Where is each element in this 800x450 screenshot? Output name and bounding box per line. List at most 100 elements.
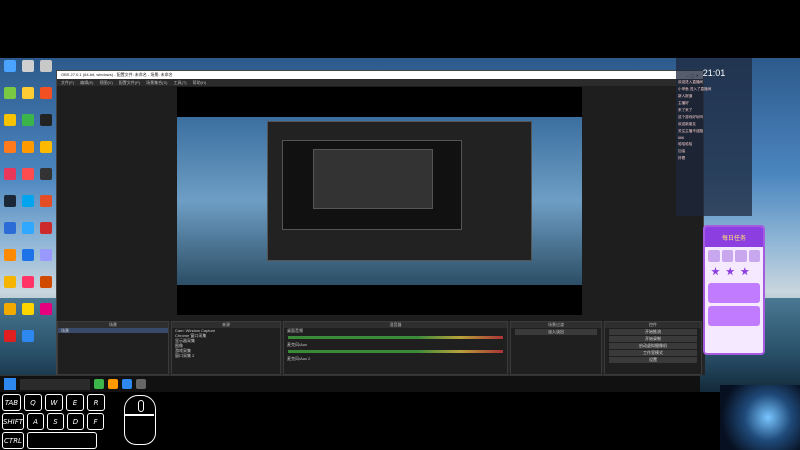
- start-recording-button[interactable]: 开始录制: [609, 336, 697, 342]
- controls-dock: 控件 开始推流 开始录制 启动虚拟摄像机 工作室模式 设置: [604, 321, 702, 375]
- source-item[interactable]: 窗口采集 2: [172, 353, 280, 358]
- desktop-icon[interactable]: [37, 168, 55, 191]
- desktop-icon[interactable]: [19, 276, 37, 299]
- chat-message: 666: [678, 136, 684, 140]
- desktop-icon[interactable]: [1, 168, 19, 191]
- obs-window[interactable]: OBS 27.0.1 (64-bit, windows) - 配置文件: 未命名…: [56, 70, 705, 375]
- desktop-icon[interactable]: [19, 87, 37, 110]
- desktop-icon[interactable]: [1, 303, 19, 326]
- scene-item[interactable]: 场景: [58, 328, 168, 333]
- nested-obs-window: [267, 121, 532, 261]
- desktop-icon[interactable]: [19, 168, 37, 191]
- chat-message: 哈哈哈哈: [678, 142, 693, 146]
- start-streaming-button[interactable]: 开始推流: [609, 329, 697, 335]
- windows-taskbar: [0, 375, 700, 392]
- widget-tile[interactable]: [748, 250, 760, 262]
- desktop-icon[interactable]: [19, 195, 37, 218]
- desktop-icon[interactable]: [37, 195, 55, 218]
- chat-message: 关注主播不迷路: [678, 129, 704, 133]
- settings-button[interactable]: 设置: [609, 357, 697, 363]
- desktop-icon[interactable]: [1, 222, 19, 245]
- widget-button[interactable]: [708, 283, 760, 303]
- daily-task-widget[interactable]: 每日任务: [703, 225, 765, 355]
- nested-obs-preview-inner: [313, 149, 433, 209]
- obs-titlebar[interactable]: OBS 27.0.1 (64-bit, windows) - 配置文件: 未命名…: [57, 71, 703, 79]
- mixer-dock: 混音器 桌面音频 麦克风/Aux 麦克风/Aux 2: [283, 321, 508, 375]
- desktop-icon[interactable]: [19, 249, 37, 272]
- desktop-icon[interactable]: [1, 330, 19, 353]
- chat-message: 主播好: [678, 101, 689, 105]
- widget-tile[interactable]: [708, 250, 720, 262]
- desktop-icon[interactable]: [19, 330, 37, 353]
- chat-message: 新人报道: [678, 94, 693, 98]
- key-f: F: [87, 413, 104, 430]
- desktop-icon[interactable]: [1, 276, 19, 299]
- preview-desktop-capture: [177, 117, 582, 285]
- widget-grid: [705, 247, 763, 265]
- chat-message: 欢迎新朋友: [678, 122, 696, 126]
- mouse-button-divider: [125, 414, 154, 416]
- audio-meter[interactable]: [288, 350, 503, 353]
- widget-tile[interactable]: [721, 250, 733, 262]
- audio-meter[interactable]: [288, 336, 503, 339]
- chat-clock: 21:01: [702, 68, 726, 78]
- transition-select[interactable]: 淡入淡出: [515, 329, 597, 335]
- menu-view[interactable]: 视图(V): [99, 80, 112, 85]
- menu-tools[interactable]: 工具(T): [173, 80, 186, 85]
- key-tab: TAB: [2, 394, 21, 411]
- mixer-channel-label: 桌面音频: [287, 328, 303, 333]
- taskbar-app-icon[interactable]: [136, 379, 146, 389]
- desktop-icon[interactable]: [1, 195, 19, 218]
- desktop-icon[interactable]: [19, 222, 37, 245]
- game-art-thumbnail: [720, 385, 800, 450]
- taskbar-app-icon[interactable]: [108, 379, 118, 389]
- desktop-icon[interactable]: [19, 303, 37, 326]
- desktop-icon[interactable]: [1, 141, 19, 164]
- desktop-icon[interactable]: [1, 87, 19, 110]
- desktop-icon[interactable]: [37, 60, 55, 83]
- key-w: W: [45, 394, 63, 411]
- widget-title: 每日任务: [705, 227, 763, 247]
- desktop-icon[interactable]: [37, 141, 55, 164]
- desktop-icon[interactable]: [37, 276, 55, 299]
- star-icon: [711, 267, 720, 276]
- taskbar-app-icon[interactable]: [94, 379, 104, 389]
- menu-profile[interactable]: 配置文件(P): [119, 80, 140, 85]
- obs-menubar: 文件(F) 编辑(E) 视图(V) 配置文件(P) 场景集合(S) 工具(T) …: [57, 79, 703, 86]
- windows-start-icon[interactable]: [4, 378, 16, 390]
- menu-help[interactable]: 帮助(H): [193, 80, 207, 85]
- key-shift: SHIFT: [2, 413, 24, 430]
- letterbox-bottom: [0, 392, 800, 450]
- chat-message: 好看: [678, 156, 686, 160]
- studio-mode-button[interactable]: 工作室模式: [609, 350, 697, 356]
- transitions-dock: 场景过渡 淡入淡出: [510, 321, 602, 375]
- desktop-icon[interactable]: [37, 303, 55, 326]
- obs-preview[interactable]: [177, 87, 582, 315]
- scenes-dock: 场景 场景: [57, 321, 169, 375]
- desktop-icon[interactable]: [19, 114, 37, 137]
- desktop-icon[interactable]: [1, 60, 19, 83]
- taskbar-app-icon[interactable]: [122, 379, 132, 389]
- desktop-icon[interactable]: [19, 60, 37, 83]
- widget-tile[interactable]: [735, 250, 747, 262]
- desktop-icon[interactable]: [37, 114, 55, 137]
- key-q: Q: [24, 394, 42, 411]
- desktop-icon[interactable]: [19, 141, 37, 164]
- widget-button[interactable]: [708, 306, 760, 326]
- desktop-icon[interactable]: [37, 249, 55, 272]
- desktop-icon[interactable]: [1, 114, 19, 137]
- mixer-channel-label: 麦克风/Aux: [287, 342, 308, 347]
- desktop-icons-col-3: [37, 60, 55, 326]
- letterbox-top: [0, 0, 800, 58]
- desktop-icon[interactable]: [1, 249, 19, 272]
- desktop-icons-col-2: [19, 60, 37, 353]
- desktop-icon[interactable]: [37, 87, 55, 110]
- menu-edit[interactable]: 编辑(E): [80, 80, 93, 85]
- key-e: E: [66, 394, 84, 411]
- taskbar-search-box[interactable]: [20, 378, 90, 390]
- menu-file[interactable]: 文件(F): [61, 80, 74, 85]
- desktop-icon[interactable]: [37, 222, 55, 245]
- transitions-header: 场景过渡: [511, 322, 601, 328]
- virtual-camera-button[interactable]: 启动虚拟摄像机: [609, 343, 697, 349]
- menu-scene-collection[interactable]: 场景集合(S): [146, 80, 167, 85]
